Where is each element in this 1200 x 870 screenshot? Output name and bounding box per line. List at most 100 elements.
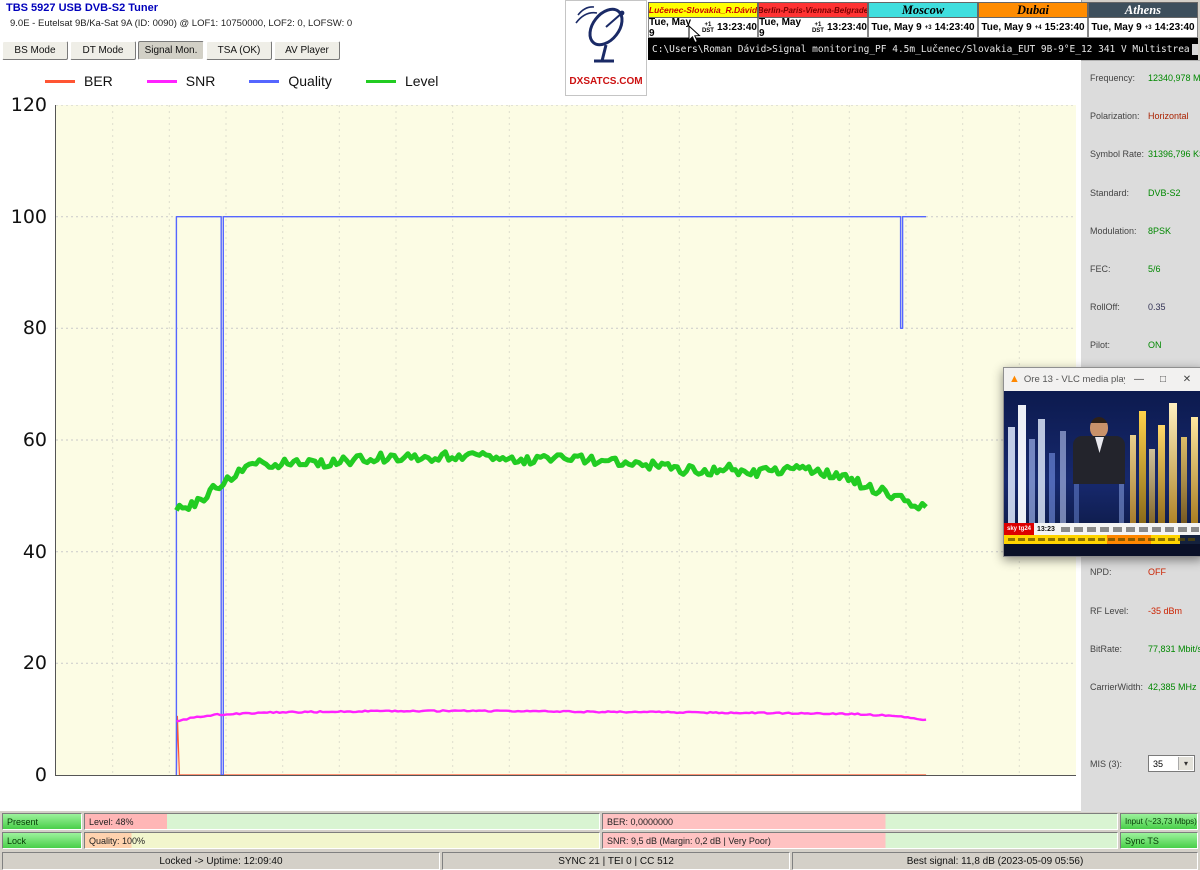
snr-label: SNR: 9,5 dB (Margin: 0,2 dB | Very Poor) (607, 836, 771, 846)
ber-label: BER: 0,0000000 (607, 817, 673, 827)
studio-bar (1038, 419, 1045, 523)
clock-value: 13:23:40 (827, 22, 867, 33)
studio-bar (1149, 449, 1155, 523)
level-bar: Level: 48% (84, 813, 600, 830)
satellite-info: 9.0E - Eutelsat 9B/Ka-Sat 9A (ID: 0090) … (10, 18, 352, 29)
tab-dt-mode[interactable]: DT Mode (70, 41, 136, 60)
param-frequency: Frequency: 12340,978 MHz (1090, 73, 1195, 84)
param-value: -35 dBm (1148, 606, 1195, 617)
vlc-titlebar[interactable]: ▲ Ore 13 - VLC media player — □ ✕ (1004, 368, 1200, 391)
param-value: 77,831 Mbit/s (1148, 644, 1200, 655)
ticker-time: 13:23 (1034, 526, 1058, 533)
app-title: TBS 5927 USB DVB-S2 Tuner (6, 2, 158, 14)
param-fec: FEC: 5/6 (1090, 264, 1195, 275)
chevron-down-icon[interactable]: ▾ (1178, 757, 1193, 770)
clock-city: Dubai (978, 2, 1088, 18)
vlc-video[interactable]: sky tg24 13:23 (1004, 391, 1200, 556)
clock-offset: +3 (1145, 25, 1152, 31)
y-axis-label: 100 (0, 206, 47, 228)
command-prompt[interactable]: C:\Users\Roman Dávid>Signal monitoring_P… (648, 38, 1198, 60)
param-label: Modulation: (1090, 226, 1148, 237)
param-label: Frequency: (1090, 73, 1148, 84)
param-value: DVB-S2 (1148, 188, 1195, 199)
mis-label: MIS (3): (1090, 759, 1148, 769)
clock-offset: +4 (1035, 25, 1042, 31)
level-label: Level: 48% (89, 817, 134, 827)
param-value: ON (1148, 340, 1195, 351)
clock-date: Tue, May 9 (1091, 22, 1141, 33)
param-value: 0.35 (1148, 302, 1195, 313)
clock-dubai: Dubai Tue, May 9 +4 15:23:40 (978, 2, 1088, 38)
param-label: NPD: (1090, 567, 1148, 578)
param-rf-level: RF Level: -35 dBm (1090, 606, 1195, 617)
clock-time-row: Tue, May 9 +3 14:23:40 (1088, 18, 1198, 38)
param-carrier-width: CarrierWidth: 42,385 MHz (1090, 682, 1195, 693)
param-npd: NPD: OFF (1090, 567, 1195, 578)
level-line-swatch (366, 80, 396, 83)
param-label: CarrierWidth: (1090, 682, 1148, 693)
tab-signal-mon[interactable]: Signal Mon. (138, 41, 204, 60)
tab-tsa[interactable]: TSA (OK) (206, 41, 272, 60)
clock-date: Tue, May 9 (759, 17, 809, 39)
sync-info-panel: SYNC 21 | TEI 0 | CC 512 (442, 852, 790, 870)
maximize-button[interactable]: □ (1153, 374, 1173, 385)
input-indicator: Input (~23,73 Mbps) (1120, 813, 1198, 830)
param-value: 12340,978 MHz (1148, 73, 1200, 84)
studio-bar (1169, 403, 1177, 523)
clock-offset: +1DST (812, 22, 824, 34)
mis-dropdown[interactable]: 35 ▾ (1148, 755, 1195, 772)
chart-legend: BER SNR Quality Level (45, 73, 472, 89)
minimize-button[interactable]: — (1129, 374, 1149, 385)
news-anchor-head (1090, 417, 1108, 438)
studio-bar (1008, 427, 1015, 523)
studio-bar (1181, 437, 1187, 523)
clock-value: 13:23:40 (717, 22, 757, 33)
quality-label: Quality: 100% (89, 836, 145, 846)
param-symbol-rate: Symbol Rate: 31396,796 KS/s (1090, 149, 1195, 160)
satellite-dish-icon (566, 1, 646, 67)
world-clocks: Lučenec-Slovakia_R.Dávid Tue, May 9 +1DS… (648, 2, 1198, 38)
y-axis-label: 40 (0, 541, 47, 563)
tab-bs-mode[interactable]: BS Mode (2, 41, 68, 60)
logo-text: DXSATCS.COM (566, 76, 646, 87)
clock-moscow: Moscow Tue, May 9 +3 14:23:40 (868, 2, 978, 38)
clock-value: 14:23:40 (935, 22, 975, 33)
dxsatcs-logo: DXSATCS.COM (565, 0, 647, 96)
param-pilot: Pilot: ON (1090, 340, 1195, 351)
param-label: Pilot: (1090, 340, 1148, 351)
clock-offset: +3 (925, 25, 932, 31)
y-axis-label: 0 (0, 764, 47, 786)
console-cursor (1192, 44, 1198, 55)
uptime-panel: Locked -> Uptime: 12:09:40 (2, 852, 440, 870)
clock-time-row: Tue, May 9 +1DST 13:23:40 (758, 18, 868, 38)
signal-chart (55, 105, 1076, 776)
close-button[interactable]: ✕ (1177, 374, 1197, 385)
ber-line-swatch (45, 80, 75, 83)
legend-level: Level (366, 73, 438, 89)
y-axis-label: 80 (0, 317, 47, 339)
studio-bar (1049, 453, 1055, 523)
snr-line-swatch (147, 80, 177, 83)
best-signal-label: Best signal: 11,8 dB (2023-05-09 05:56) (907, 856, 1084, 867)
tab-av-player[interactable]: AV Player (274, 41, 340, 60)
clock-city: Athens (1088, 2, 1198, 18)
legend-ber: BER (45, 73, 113, 89)
present-label: Present (7, 817, 38, 827)
quality-bar: Quality: 100% (84, 832, 600, 849)
ticker-text-placeholder (1061, 527, 1199, 532)
param-value: 31396,796 KS/s (1148, 149, 1200, 160)
vlc-cone-icon: ▲ (1009, 374, 1020, 385)
mode-tabs: BS Mode DT Mode Signal Mon. TSA (OK) AV … (2, 41, 340, 60)
studio-bar (1060, 431, 1066, 523)
y-axis-label: 20 (0, 652, 47, 674)
app-window: TBS 5927 USB DVB-S2 Tuner 9.0E - Eutelsa… (0, 0, 1200, 870)
legend-label: BER (84, 73, 113, 89)
param-label: Polarization: (1090, 111, 1148, 122)
y-axis-label: 120 (0, 94, 47, 116)
tuner-panel: TBS 5927 USB DVB-S2 Tuner 9.0E - Eutelsa… (0, 0, 1082, 811)
clock-lucenec: Lučenec-Slovakia_R.Dávid Tue, May 9 +1DS… (648, 2, 758, 38)
param-standard: Standard: DVB-S2 (1090, 188, 1195, 199)
param-label: Symbol Rate: (1090, 149, 1148, 160)
param-label: Standard: (1090, 188, 1148, 199)
breaking-strip (1004, 535, 1200, 544)
